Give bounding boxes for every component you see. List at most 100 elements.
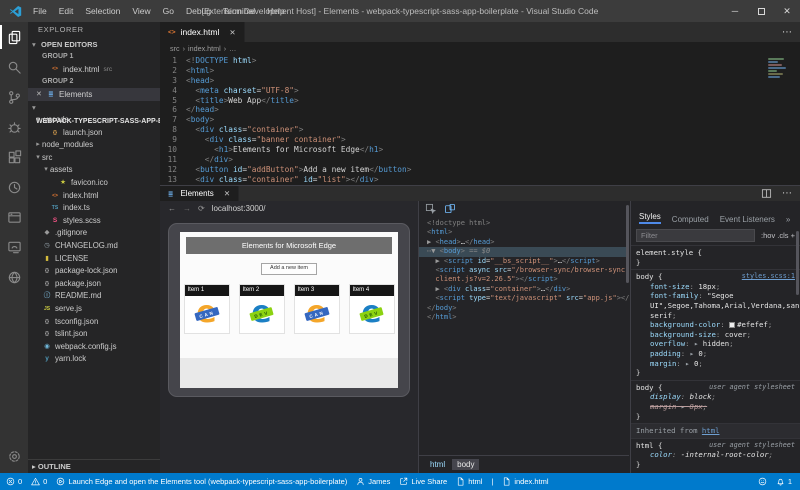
css-property[interactable]: padding: ▸ 0; bbox=[636, 349, 795, 359]
css-property[interactable]: font-size: 18px; bbox=[636, 282, 795, 292]
dom-node[interactable]: </html> bbox=[419, 313, 629, 322]
stylesheet-link[interactable]: styles.scss:1 bbox=[742, 272, 795, 282]
close-tab-icon[interactable]: ✕ bbox=[224, 189, 230, 198]
folder-root[interactable]: ▾WEBPACK-TYPESCRIPT-SASS-APP-BOILERP... bbox=[28, 101, 160, 114]
browser-window-icon[interactable] bbox=[0, 202, 28, 232]
device-screen[interactable]: Elements for Microsoft Edge Add a new it… bbox=[180, 232, 398, 388]
menu-view[interactable]: View bbox=[126, 0, 156, 22]
breadcrumb[interactable]: src›index.html›… bbox=[160, 42, 800, 54]
refresh-icon[interactable]: ⟳ bbox=[198, 204, 205, 213]
breadcrumb-item[interactable]: index.html bbox=[188, 44, 221, 53]
tree-item-tsconfig-json[interactable]: {}tsconfig.json bbox=[28, 316, 160, 329]
inspect-element-icon[interactable] bbox=[425, 203, 436, 214]
css-property[interactable]: color: -internal-root-color; bbox=[636, 450, 795, 460]
outline-section[interactable]: ▸ OUTLINE bbox=[28, 459, 160, 473]
open-editor-elements[interactable]: ✕≣Elements bbox=[28, 88, 160, 101]
menu-help[interactable]: Help bbox=[261, 0, 290, 22]
tree-item-src[interactable]: ▾src bbox=[28, 152, 160, 165]
breadcrumb-item[interactable]: src bbox=[170, 44, 180, 53]
styles-tab-styles[interactable]: Styles bbox=[639, 212, 661, 224]
explorer-icon[interactable] bbox=[0, 22, 28, 52]
menu-file[interactable]: File bbox=[27, 0, 53, 22]
status-launch[interactable]: Launch Edge and open the Elements tool (… bbox=[56, 477, 347, 486]
status-file[interactable]: html bbox=[456, 477, 482, 486]
breadcrumb-item[interactable]: … bbox=[229, 44, 236, 53]
expand-icon[interactable]: ▸ bbox=[694, 339, 703, 348]
tree-item-assets[interactable]: ▾assets bbox=[28, 164, 160, 177]
status-warning[interactable]: 0 bbox=[31, 477, 47, 486]
add-new-item-button[interactable]: Add a new item bbox=[261, 263, 317, 275]
menu-go[interactable]: Go bbox=[157, 0, 180, 22]
url-text[interactable]: localhost:3000/ bbox=[212, 204, 266, 213]
styles-tab-event-listeners[interactable]: Event Listeners bbox=[720, 215, 775, 224]
tree-item--gitignore[interactable]: ◆.gitignore bbox=[28, 227, 160, 240]
dom-node[interactable]: ▶ <script id="__bs_script__">…</script> bbox=[419, 257, 629, 266]
tree-item-yarn-lock[interactable]: yyarn.lock bbox=[28, 353, 160, 366]
status-live-share[interactable]: Live Share bbox=[399, 477, 447, 486]
css-property[interactable]: margin: ▸ 0; bbox=[636, 359, 795, 369]
dom-node[interactable]: <html> bbox=[419, 228, 629, 237]
extensions-icon[interactable] bbox=[0, 142, 28, 172]
tree-item-webpack-config-js[interactable]: ◉webpack.config.js bbox=[28, 341, 160, 354]
css-property[interactable]: font-family: "Segoe UI",Segoe,Tahoma,Ari… bbox=[636, 291, 795, 320]
tree-item-serve-js[interactable]: JSserve.js bbox=[28, 303, 160, 316]
css-rule[interactable]: styles.scss:1body {font-size: 18px;font-… bbox=[631, 269, 800, 380]
dom-node[interactable]: <script type="text/javascript" src="app.… bbox=[419, 294, 629, 303]
dom-node[interactable]: ▶ <head>…</head> bbox=[419, 238, 629, 247]
css-rule[interactable]: user agent stylesheetbody {display: bloc… bbox=[631, 380, 800, 423]
close-tab-icon[interactable]: ✕ bbox=[229, 28, 235, 37]
split-editor-icon[interactable] bbox=[761, 188, 772, 199]
dom-tree[interactable]: <!doctype html><html>▶ <head>…</head>⋯▼ … bbox=[419, 216, 629, 455]
open-editors-section[interactable]: ▾OPEN EDITORS bbox=[28, 38, 160, 51]
search-icon[interactable] bbox=[0, 52, 28, 82]
tree-item-package-json[interactable]: {}package.json bbox=[28, 278, 160, 291]
css-rule[interactable]: element.style {} bbox=[631, 245, 800, 269]
debug-icon[interactable] bbox=[0, 112, 28, 142]
color-swatch[interactable] bbox=[729, 322, 735, 328]
tree-item-package-lock-json[interactable]: {}package-lock.json bbox=[28, 265, 160, 278]
editor-actions-icon[interactable]: ⋯ bbox=[782, 27, 792, 38]
tree-item-favicon-ico[interactable]: ★favicon.ico bbox=[28, 177, 160, 190]
scrollbar[interactable] bbox=[796, 231, 799, 295]
css-property[interactable]: margin ▸ 8px; bbox=[636, 402, 795, 412]
more-actions-icon[interactable]: ⋯ bbox=[782, 188, 792, 199]
scrollbar[interactable] bbox=[626, 205, 629, 283]
dom-node[interactable]: </body> bbox=[419, 304, 629, 313]
minimize-icon[interactable]: ─ bbox=[722, 0, 748, 22]
maximize-icon[interactable] bbox=[748, 0, 774, 22]
tree-item-readme-md[interactable]: ⓘREADME.md bbox=[28, 290, 160, 303]
dom-node[interactable]: client.js?v=2.26.5"></script> bbox=[419, 275, 629, 284]
menu-edit[interactable]: Edit bbox=[53, 0, 80, 22]
tab-index-html[interactable]: <> index.html ✕ bbox=[160, 22, 245, 42]
minimap[interactable] bbox=[768, 58, 794, 79]
dom-node[interactable]: ▶ <div class="container">…</div> bbox=[419, 285, 629, 294]
tree-item-tslint-json[interactable]: {}tslint.json bbox=[28, 328, 160, 341]
settings-icon[interactable] bbox=[0, 441, 28, 471]
status-error[interactable]: 0 bbox=[6, 477, 22, 486]
code-editor[interactable]: 1<!DOCTYPE html>2<html>3<head>4 <meta ch… bbox=[160, 54, 800, 185]
tree-item-launch-json[interactable]: {}launch.json bbox=[28, 127, 160, 140]
open-editor-index.html[interactable]: <>index.htmlsrc bbox=[28, 63, 160, 76]
css-rules[interactable]: element.style {}styles.scss:1body {font-… bbox=[631, 245, 800, 471]
tree-item-index-ts[interactable]: TSindex.ts bbox=[28, 202, 160, 215]
tree-item-index-html[interactable]: <>index.html bbox=[28, 190, 160, 203]
css-property[interactable]: display: block; bbox=[636, 392, 795, 402]
edge-devtools-icon[interactable] bbox=[0, 232, 28, 262]
css-property[interactable]: background-color: #efefef; bbox=[636, 320, 795, 330]
status-person[interactable]: James bbox=[356, 477, 390, 486]
close-editor-icon[interactable]: ✕ bbox=[36, 88, 46, 101]
tree-item-changelog-md[interactable]: ◷CHANGELOG.md bbox=[28, 240, 160, 253]
device-emulation-icon[interactable] bbox=[444, 203, 456, 214]
tree-item-node-modules[interactable]: ▸node_modules bbox=[28, 139, 160, 152]
tree-item-styles-scss[interactable]: Sstyles.scss bbox=[28, 215, 160, 228]
status-feedback[interactable] bbox=[758, 477, 767, 486]
menu-terminal[interactable]: Terminal bbox=[217, 0, 261, 22]
status-file[interactable]: index.html bbox=[502, 477, 548, 486]
dom-crumb-html[interactable]: html bbox=[425, 459, 450, 470]
menu-debug[interactable]: Debug bbox=[180, 0, 217, 22]
dom-node[interactable]: <!doctype html> bbox=[419, 219, 629, 228]
expand-icon[interactable]: ▸ bbox=[676, 402, 689, 411]
test-clock-icon[interactable] bbox=[0, 172, 28, 202]
back-icon[interactable]: ← bbox=[168, 204, 176, 213]
menu-selection[interactable]: Selection bbox=[79, 0, 126, 22]
